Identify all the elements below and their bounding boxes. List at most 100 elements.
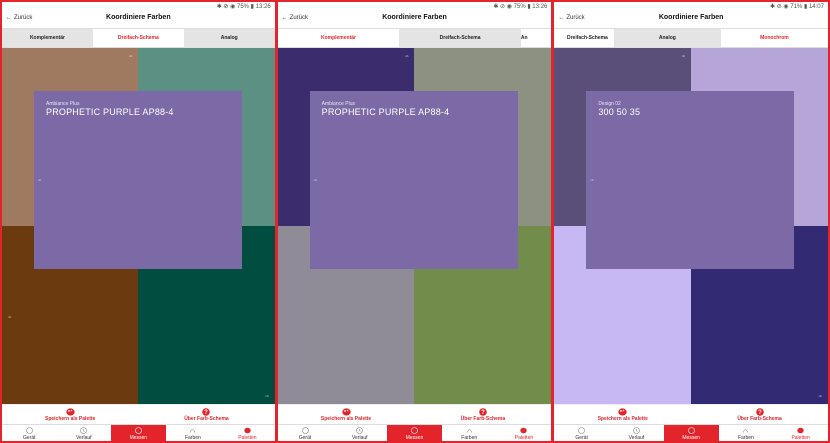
nav-history[interactable]: Verlauf (57, 425, 112, 441)
nav-label: Verlauf (76, 435, 92, 441)
nav-device[interactable]: Gerät (554, 425, 609, 441)
palette-icon (65, 407, 75, 416)
tab-analog[interactable]: Analog (183, 29, 275, 47)
help-icon: ? (202, 407, 211, 416)
back-button[interactable]: ← Zurück (282, 15, 308, 21)
nav-device[interactable]: Gerät (2, 425, 57, 441)
save-palette-button[interactable]: Speichern als Palette (554, 405, 691, 424)
palette-icon (244, 427, 251, 434)
nav-label: Verlauf (351, 435, 368, 441)
bottom-nav: Gerät Verlauf Messen Farben Paletten (277, 424, 552, 441)
measure-icon (687, 427, 695, 434)
help-icon: ? (478, 407, 487, 416)
status-bar: ✱ ⊘ ◉ 75% ▮ 13:26 (493, 4, 548, 10)
selected-color-card[interactable]: Design 02 300 50 35 nb (586, 91, 795, 269)
tab-dreifach-schema[interactable]: Dreifach-Schema (92, 29, 184, 47)
nav-history[interactable]: Verlauf (332, 425, 387, 441)
device-icon (301, 427, 309, 434)
nav-label: Paletten (791, 435, 810, 441)
tile-code: nb (8, 315, 12, 319)
about-scheme-button[interactable]: ? Über Farb-Schema (691, 405, 828, 424)
nav-palettes[interactable]: Paletten (220, 425, 275, 441)
arrow-left-icon: ← (281, 15, 288, 21)
back-button[interactable]: ← Zurück (6, 15, 32, 21)
palette-icon (797, 427, 804, 434)
tab-komplementar[interactable]: Komplementär (2, 29, 93, 47)
tab-komplementar[interactable]: Komplementär (277, 29, 400, 47)
scheme-tabs: Komplementär Dreifach-Schema An (277, 28, 552, 48)
bottom-nav: Gerät Verlauf Messen Farben Paletten (2, 424, 275, 441)
selected-color-card[interactable]: Ambiance Plus PROPHETIC PURPLE AP88-4 nb (309, 91, 518, 269)
about-scheme-button[interactable]: ? Über Farb-Schema (138, 405, 274, 424)
arrow-left-icon: ← (558, 15, 565, 21)
nav-measure[interactable]: Messen (663, 425, 719, 441)
about-scheme-button[interactable]: ? Über Farb-Schema (414, 405, 551, 424)
save-palette-label: Speichern als Palette (320, 416, 372, 422)
colors-icon (189, 427, 196, 434)
nav-label: Paletten (238, 435, 257, 441)
nav-palettes[interactable]: Paletten (773, 425, 828, 441)
nav-label: Farben (184, 435, 201, 441)
tile-code: nb (265, 394, 269, 398)
nav-palettes[interactable]: Paletten (497, 425, 552, 441)
selected-color-card[interactable]: Ambiance Plus PROPHETIC PURPLE AP88-4 nb (34, 91, 242, 269)
action-bar: Speichern als Palette ? Über Farb-Schema (554, 404, 828, 424)
nav-colors[interactable]: Farben (442, 425, 497, 441)
bottom-nav: Gerät Verlauf Messen Farben Paletten (554, 424, 828, 441)
svg-text:?: ? (758, 410, 762, 416)
palette-icon (341, 407, 351, 416)
measure-icon (135, 427, 142, 434)
colors-icon (742, 427, 749, 434)
about-scheme-label: Über Farb-Schema (460, 416, 506, 422)
tab-analog[interactable]: Analog (613, 29, 721, 47)
device-icon (578, 427, 585, 434)
nav-label: Paletten (514, 435, 534, 441)
nav-history[interactable]: Verlauf (609, 425, 664, 441)
history-icon (633, 427, 640, 434)
screen-panel-1: ✱ ⊘ ◉ 75% ▮ 13:26 ← Zurück Koordiniere F… (0, 0, 277, 443)
save-palette-button[interactable]: Speichern als Palette (2, 405, 138, 424)
card-code: nb (38, 178, 42, 182)
back-label: Zurück (289, 15, 308, 21)
tile-code: nb (818, 394, 822, 398)
nav-label: Gerät (298, 435, 312, 441)
page-title: Koordiniere Farben (658, 14, 724, 21)
palette-icon (520, 427, 528, 434)
tile-code: nb (128, 54, 133, 58)
help-icon: ? (755, 407, 764, 416)
scheme-tabs: Komplementär Dreifach-Schema Analog (2, 28, 275, 48)
save-palette-button[interactable]: Speichern als Palette (278, 405, 415, 424)
nav-label: Verlauf (628, 435, 645, 441)
tile-code: nb (681, 54, 686, 58)
nav-colors[interactable]: Farben (719, 425, 774, 441)
screen-panel-3: ✱ ⊘ ◉ 71% ▮ 14:07 ← Zurück Koordiniere F… (553, 0, 830, 443)
action-bar: Speichern als Palette ? Über Farb-Schema (277, 404, 552, 424)
tab-analog[interactable]: An (520, 29, 552, 47)
nav-colors[interactable]: Farben (166, 425, 221, 441)
nav-label: Messen (405, 435, 424, 441)
nav-measure[interactable]: Messen (387, 425, 442, 441)
history-icon (80, 427, 88, 434)
status-bar: ✱ ⊘ ◉ 75% ▮ 13:26 (216, 4, 271, 10)
nav-device[interactable]: Gerät (278, 425, 333, 441)
app-bar: ← Zurück Koordiniere Farben (278, 12, 552, 28)
nav-label: Messen (682, 435, 700, 441)
nav-measure[interactable]: Messen (111, 425, 166, 441)
history-icon (356, 427, 364, 434)
tab-dreifach-schema[interactable]: Dreifach-Schema (554, 29, 614, 47)
palette-icon (618, 407, 627, 416)
about-scheme-label: Über Farb-Schema (737, 416, 782, 422)
measure-icon (411, 427, 418, 434)
tab-dreifach-schema[interactable]: Dreifach-Schema (399, 29, 521, 47)
save-palette-label: Speichern als Palette (597, 416, 648, 422)
nav-label: Messen (129, 435, 148, 441)
page-title: Koordiniere Farben (106, 14, 171, 21)
nav-label: Gerät (23, 435, 36, 441)
scheme-tabs: Dreifach-Schema Analog Monochrom (554, 28, 828, 48)
svg-text:?: ? (205, 410, 209, 416)
tab-monochrom[interactable]: Monochrom (720, 29, 828, 47)
color-name: PROPHETIC PURPLE AP88-4 (321, 107, 450, 117)
app-bar: ← Zurück Koordiniere Farben (2, 12, 275, 28)
app-bar: ← Zurück Koordiniere Farben (554, 12, 828, 28)
back-button[interactable]: ← Zurück (558, 15, 584, 21)
